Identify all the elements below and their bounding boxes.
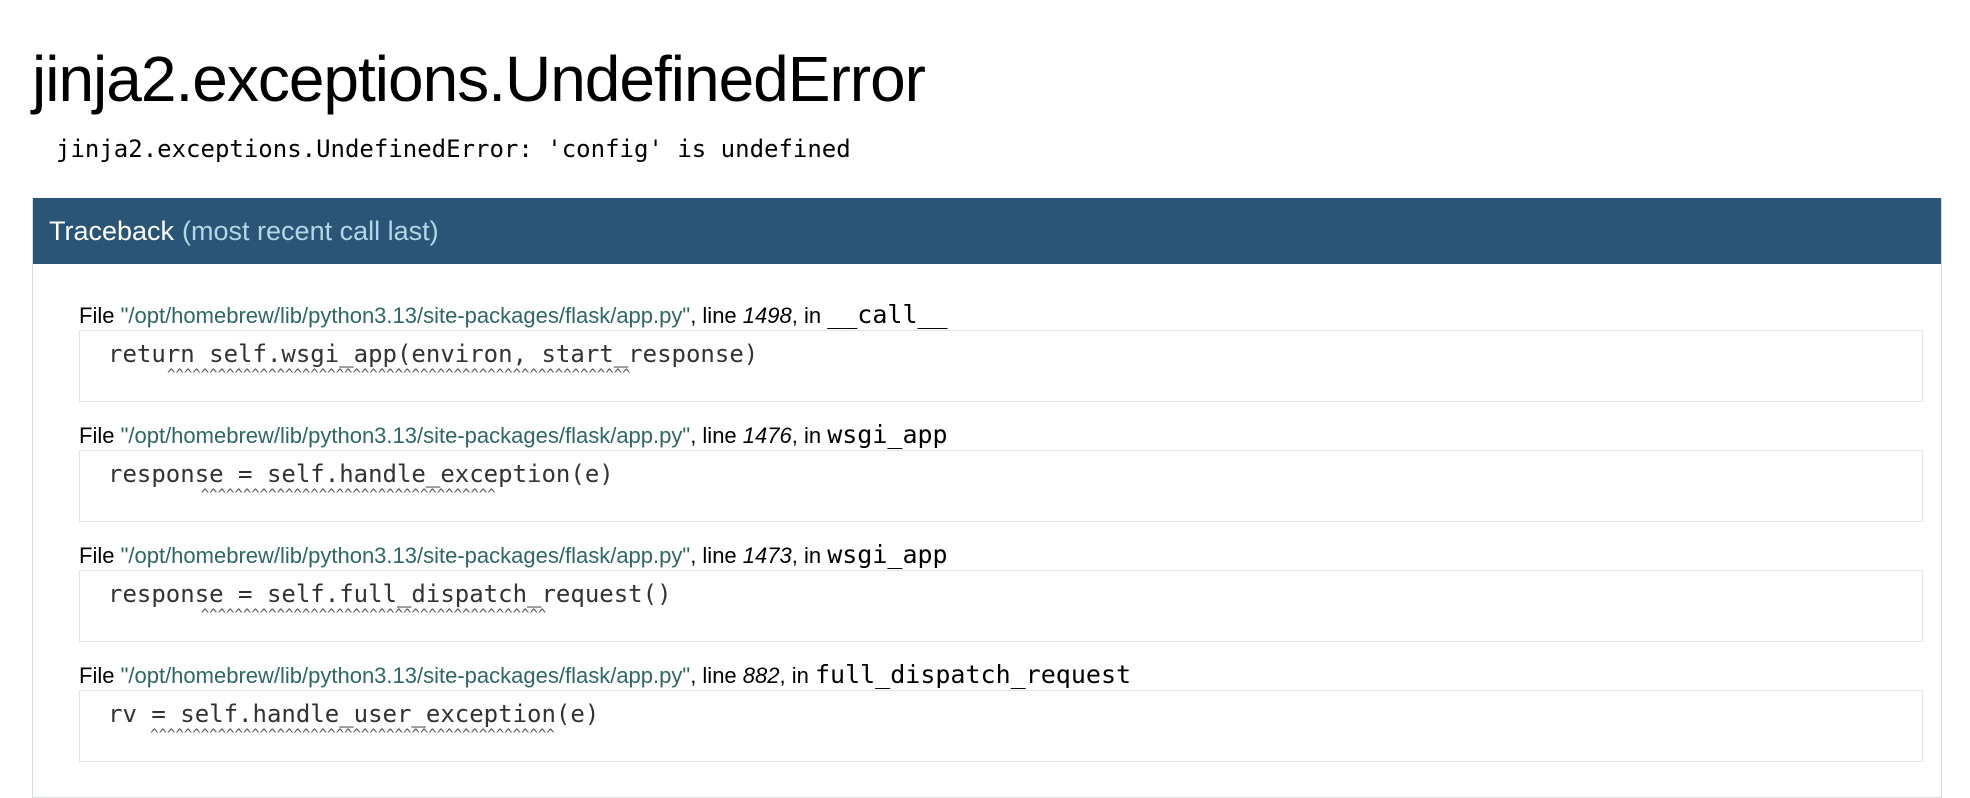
error-title: jinja2.exceptions.UndefinedError <box>32 43 926 115</box>
in-prefix: , in <box>791 303 828 328</box>
frame-funcname: __call__ <box>827 300 948 329</box>
frame-location: File "/opt/homebrew/lib/python3.13/site-… <box>79 420 1923 450</box>
traceback-frames: File "/opt/homebrew/lib/python3.13/site-… <box>33 264 1941 762</box>
error-message: jinja2.exceptions.UndefinedError: 'confi… <box>56 135 851 163</box>
frame-code-box[interactable]: rv = self.handle_user_exception(e) ^^^^^… <box>79 690 1923 762</box>
frame-funcname: wsgi_app <box>827 540 948 569</box>
caret-indent <box>108 727 150 743</box>
file-prefix: File <box>79 423 121 448</box>
frame-code-box[interactable]: response = self.handle_exception(e) ^^^^… <box>79 450 1923 522</box>
line-prefix: , line <box>690 543 743 568</box>
frame-lineno: 882 <box>742 663 780 688</box>
traceback-panel: Traceback (most recent call last) File "… <box>32 198 1942 798</box>
frame-caret-marker: ^^^^^^^^^^^^^^^^^^^^^^^^^^^^^^^^^^^^^^^^… <box>108 367 1922 383</box>
in-prefix: , in <box>791 423 828 448</box>
file-prefix: File <box>79 303 121 328</box>
traceback-header: Traceback (most recent call last) <box>33 198 1941 264</box>
line-prefix: , line <box>690 423 743 448</box>
caret-indent <box>108 367 167 383</box>
frame-code-line: response = self.full_dispatch_request() <box>108 580 672 608</box>
in-prefix: , in <box>779 663 815 688</box>
frame-lineno: 1498 <box>742 303 792 328</box>
frame-location: File "/opt/homebrew/lib/python3.13/site-… <box>79 660 1923 690</box>
frame-lineno: 1473 <box>742 543 792 568</box>
frame-location: File "/opt/homebrew/lib/python3.13/site-… <box>79 540 1923 570</box>
traceback-header-subtitle: (most recent call last) <box>182 215 439 246</box>
frame-filename[interactable]: "/opt/homebrew/lib/python3.13/site-packa… <box>121 543 691 568</box>
caret-underline: ^^^^^^^^^^^^^^^^^^^^^^^^^^^^^^^^^^^^^^^^… <box>150 727 555 743</box>
frame-funcname: wsgi_app <box>827 420 948 449</box>
frame-code-line: response = self.handle_exception(e) <box>108 460 614 488</box>
error-page: jinja2.exceptions.UndefinedError jinja2.… <box>0 0 1970 164</box>
frame-code-line: return self.wsgi_app(environ, start_resp… <box>108 340 759 368</box>
caret-underline: ^^^^^^^^^^^^^^^^^^^^^^^^^^^^^^^^^^^ <box>200 487 496 503</box>
traceback-header-title: Traceback <box>49 215 175 246</box>
traceback-frame[interactable]: File "/opt/homebrew/lib/python3.13/site-… <box>79 540 1923 642</box>
frame-filename[interactable]: "/opt/homebrew/lib/python3.13/site-packa… <box>121 303 691 328</box>
frame-filename[interactable]: "/opt/homebrew/lib/python3.13/site-packa… <box>121 663 691 688</box>
frame-caret-marker: ^^^^^^^^^^^^^^^^^^^^^^^^^^^^^^^^^^^^^^^^… <box>108 607 1922 623</box>
traceback-frame[interactable]: File "/opt/homebrew/lib/python3.13/site-… <box>79 420 1923 522</box>
caret-indent <box>108 607 201 623</box>
frame-lineno: 1476 <box>742 423 792 448</box>
caret-underline: ^^^^^^^^^^^^^^^^^^^^^^^^^^^^^^^^^^^^^^^^… <box>200 607 547 623</box>
caret-underline: ^^^^^^^^^^^^^^^^^^^^^^^^^^^^^^^^^^^^^^^^… <box>167 367 631 383</box>
frame-code-line: rv = self.handle_user_exception(e) <box>108 700 600 728</box>
traceback-frame[interactable]: File "/opt/homebrew/lib/python3.13/site-… <box>79 660 1923 762</box>
traceback-frame[interactable]: File "/opt/homebrew/lib/python3.13/site-… <box>79 300 1923 402</box>
in-prefix: , in <box>791 543 828 568</box>
line-prefix: , line <box>690 303 743 328</box>
frame-location: File "/opt/homebrew/lib/python3.13/site-… <box>79 300 1923 330</box>
frame-code-box[interactable]: response = self.full_dispatch_request() … <box>79 570 1923 642</box>
frame-caret-marker: ^^^^^^^^^^^^^^^^^^^^^^^^^^^^^^^^^^^ <box>108 487 1922 503</box>
frame-funcname: full_dispatch_request <box>814 660 1132 689</box>
caret-indent <box>108 487 201 503</box>
frame-caret-marker: ^^^^^^^^^^^^^^^^^^^^^^^^^^^^^^^^^^^^^^^^… <box>108 727 1922 743</box>
line-prefix: , line <box>690 663 743 688</box>
file-prefix: File <box>79 543 121 568</box>
frame-code-box[interactable]: return self.wsgi_app(environ, start_resp… <box>79 330 1923 402</box>
frame-filename[interactable]: "/opt/homebrew/lib/python3.13/site-packa… <box>121 423 691 448</box>
file-prefix: File <box>79 663 121 688</box>
